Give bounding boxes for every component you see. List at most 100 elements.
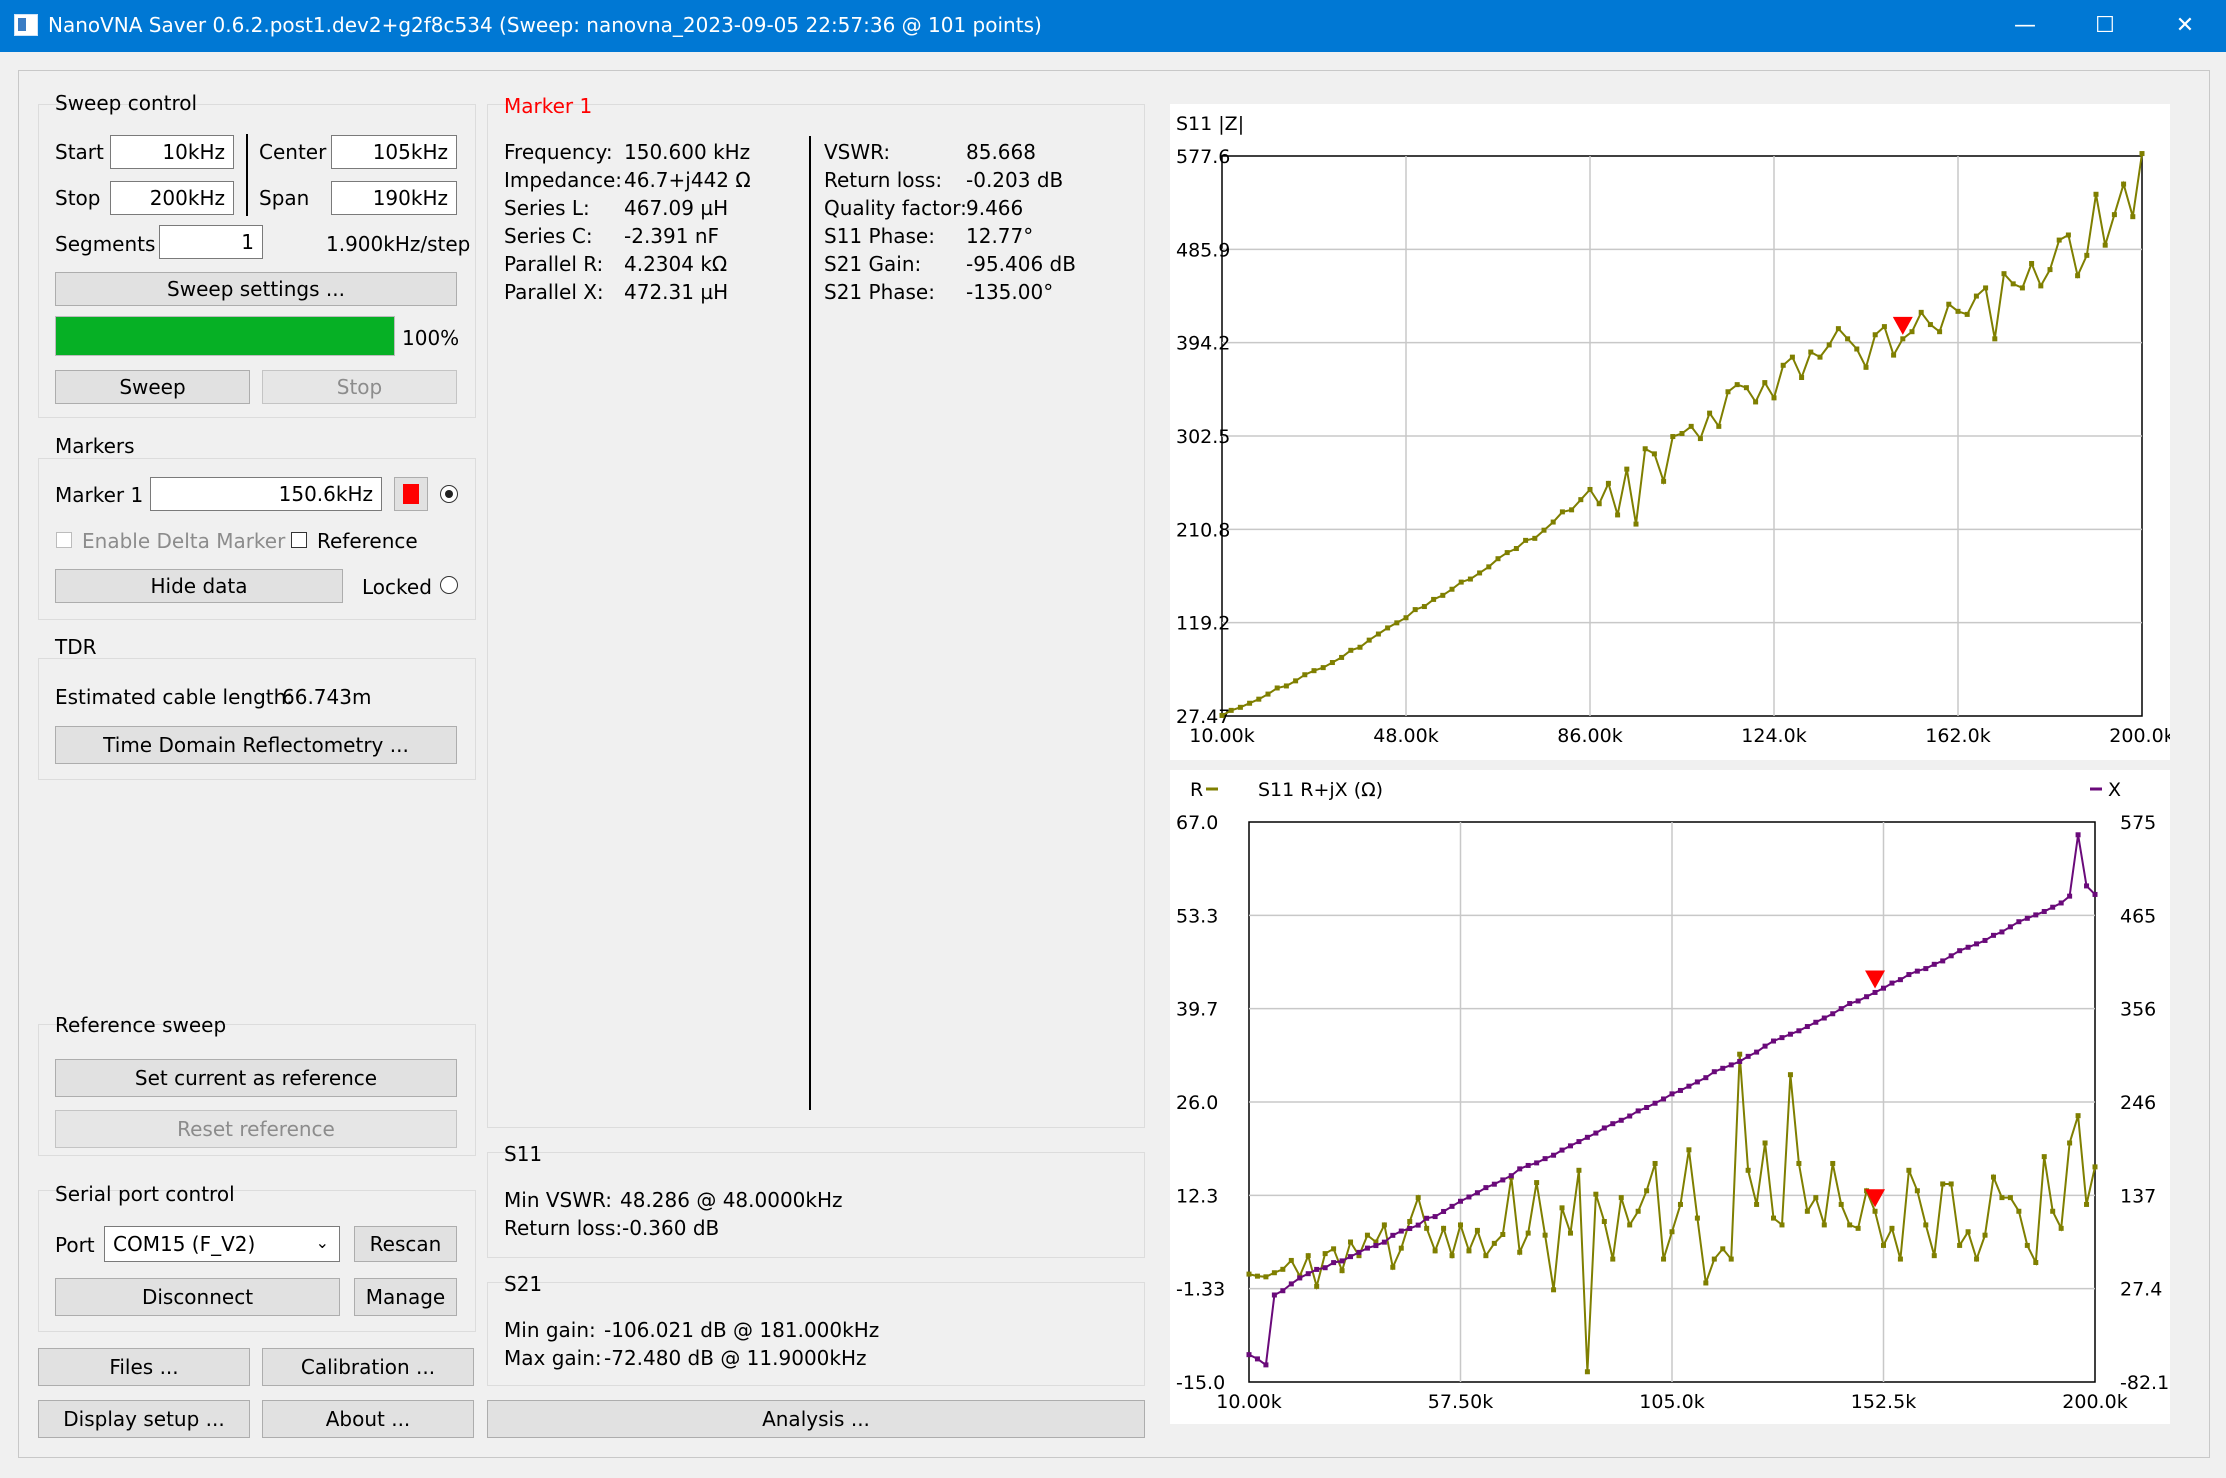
data-point bbox=[1900, 336, 1906, 342]
disconnect-button[interactable]: Disconnect bbox=[55, 1278, 340, 1316]
stop-input[interactable]: 200kHz bbox=[110, 181, 234, 215]
data-point bbox=[1322, 1251, 1328, 1257]
data-point bbox=[1314, 1283, 1320, 1289]
data-point bbox=[1486, 564, 1492, 570]
marker-right-label: VSWR: bbox=[824, 140, 891, 164]
data-point bbox=[1219, 712, 1225, 718]
data-point bbox=[2033, 1259, 2039, 1265]
data-point bbox=[1670, 434, 1676, 440]
center-input[interactable]: 105kHz bbox=[331, 135, 457, 169]
data-point bbox=[1762, 1140, 1768, 1146]
marker1-color-button[interactable] bbox=[394, 477, 428, 511]
data-point bbox=[1838, 1201, 1844, 1207]
marker-left-value: -2.391 nF bbox=[624, 224, 720, 248]
data-point bbox=[1596, 501, 1602, 507]
data-point bbox=[1707, 410, 1713, 416]
marker-right-value: 12.77° bbox=[966, 224, 1034, 248]
locked-radio[interactable] bbox=[440, 576, 458, 594]
data-point bbox=[1624, 466, 1630, 472]
data-point bbox=[1804, 1208, 1810, 1214]
sweep-settings-button[interactable]: Sweep settings ... bbox=[55, 272, 457, 306]
rescan-button[interactable]: Rescan bbox=[354, 1226, 457, 1262]
marker1-frequency-input[interactable]: 150.6kHz bbox=[150, 477, 382, 511]
app-icon bbox=[14, 14, 38, 36]
data-point bbox=[2050, 1208, 2056, 1214]
data-point bbox=[1897, 1256, 1903, 1262]
marker1-active-radio[interactable] bbox=[440, 485, 458, 503]
s11-rx-chart[interactable]: R S11 R+jX (Ω) X 10.00k 57.50k 105.0k 152.5k 20… bbox=[1170, 770, 2170, 1424]
about-button[interactable]: About ... bbox=[262, 1400, 474, 1438]
reference-sweep-title: Reference sweep bbox=[55, 1013, 227, 1037]
data-point bbox=[2075, 273, 2081, 279]
y-tick-label: 26.0 bbox=[1176, 1092, 1218, 1114]
x-tick-label: 200.0k bbox=[2109, 725, 2170, 747]
data-point bbox=[1728, 1062, 1734, 1068]
data-point bbox=[1483, 1253, 1489, 1259]
data-point bbox=[1725, 389, 1731, 395]
chart-title: S11 |Z| bbox=[1176, 113, 1244, 135]
data-point bbox=[1686, 1147, 1692, 1153]
span-input[interactable]: 190kHz bbox=[331, 181, 457, 215]
data-point bbox=[1796, 1028, 1802, 1034]
data-point bbox=[1398, 1245, 1404, 1251]
delta-marker-checkbox[interactable] bbox=[56, 532, 72, 548]
files-button[interactable]: Files ... bbox=[38, 1348, 250, 1386]
data-point bbox=[1542, 1156, 1548, 1162]
progress-text: 100% bbox=[402, 326, 460, 350]
sweep-button[interactable]: Sweep bbox=[55, 370, 250, 404]
data-point bbox=[1348, 647, 1354, 653]
data-point bbox=[1390, 1232, 1396, 1238]
cable-length-label: Estimated cable length: bbox=[55, 685, 294, 709]
cable-length-value: 66.743m bbox=[282, 685, 372, 709]
data-point bbox=[1808, 349, 1814, 355]
stop-button[interactable]: Stop bbox=[262, 370, 457, 404]
data-point bbox=[1525, 1230, 1531, 1236]
data-point bbox=[1957, 948, 1963, 954]
data-point bbox=[1280, 1288, 1286, 1294]
data-point bbox=[1771, 395, 1777, 401]
s11-impedance-chart[interactable]: S11 |Z| 10.00k 48.00k 86.00k 124.0k 162.0k 200… bbox=[1170, 104, 2175, 760]
display-setup-button[interactable]: Display setup ... bbox=[38, 1400, 250, 1438]
start-input[interactable]: 10kHz bbox=[110, 135, 234, 169]
data-point bbox=[1441, 1208, 1447, 1214]
data-point bbox=[1339, 654, 1345, 660]
y2-tick-label: 575 bbox=[2120, 812, 2156, 834]
data-point bbox=[2084, 252, 2090, 258]
data-point bbox=[1737, 1058, 1743, 1064]
port-select[interactable]: COM15 (F_V2) ⌄ bbox=[104, 1226, 340, 1262]
reset-reference-button[interactable]: Reset reference bbox=[55, 1110, 457, 1148]
y-tick-label: 210.8 bbox=[1176, 519, 1230, 541]
data-point bbox=[1532, 535, 1538, 541]
data-point bbox=[1504, 550, 1510, 556]
data-point bbox=[1314, 1266, 1320, 1272]
minimize-button[interactable]: — bbox=[1988, 0, 2062, 52]
title-bar: NanoVNA Saver 0.6.2.post1.dev2+g2f8c534 … bbox=[0, 0, 2226, 52]
tdr-button[interactable]: Time Domain Reflectometry ... bbox=[55, 726, 457, 764]
data-point bbox=[1311, 668, 1317, 674]
data-point bbox=[1517, 1166, 1523, 1172]
reference-checkbox[interactable] bbox=[291, 532, 307, 548]
marker1-color-swatch bbox=[403, 484, 419, 504]
maximize-button[interactable]: ☐ bbox=[2068, 0, 2142, 52]
data-point bbox=[1923, 1222, 1929, 1228]
manage-button[interactable]: Manage bbox=[354, 1278, 457, 1316]
calibration-button[interactable]: Calibration ... bbox=[262, 1348, 474, 1386]
analysis-button[interactable]: Analysis ... bbox=[487, 1400, 1145, 1438]
data-point bbox=[1817, 354, 1823, 360]
data-point bbox=[1466, 1194, 1472, 1200]
marker-left-value: 4.2304 kΩ bbox=[624, 252, 728, 276]
data-point bbox=[1357, 644, 1363, 650]
data-point bbox=[1366, 637, 1372, 643]
marker-left-value: 467.09 µH bbox=[624, 196, 729, 220]
data-point bbox=[1734, 382, 1740, 388]
data-point bbox=[1593, 1191, 1599, 1197]
data-point bbox=[1754, 1201, 1760, 1207]
hide-data-button[interactable]: Hide data bbox=[55, 569, 343, 603]
set-reference-button[interactable]: Set current as reference bbox=[55, 1059, 457, 1097]
data-point bbox=[1711, 1069, 1717, 1075]
s11-return-loss-label: Return loss: bbox=[504, 1216, 623, 1240]
min-gain-label: Min gain: bbox=[504, 1318, 596, 1342]
close-button[interactable]: ✕ bbox=[2148, 0, 2222, 52]
marker-column-divider bbox=[809, 136, 811, 1110]
segments-input[interactable]: 1 bbox=[159, 225, 263, 259]
